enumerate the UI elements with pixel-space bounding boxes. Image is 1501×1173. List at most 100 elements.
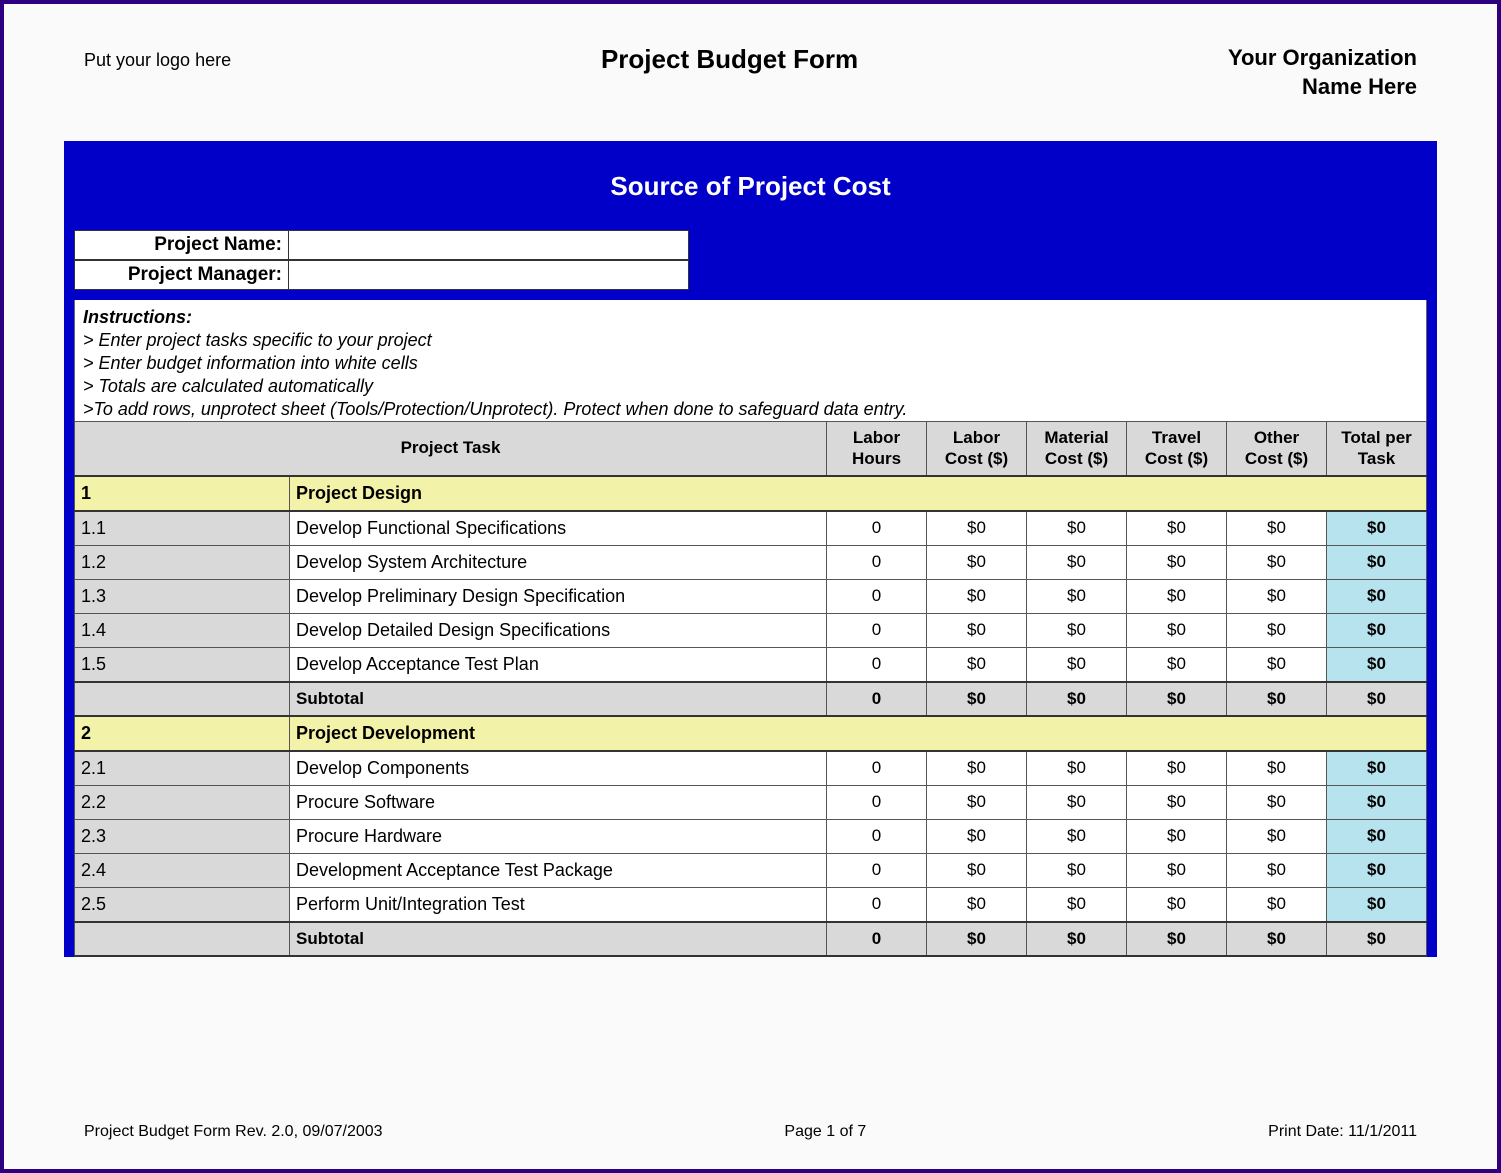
other-cost-cell[interactable]: $0 bbox=[1227, 785, 1327, 819]
subtotal-label: Subtotal bbox=[290, 682, 827, 716]
travel-cost-cell[interactable]: $0 bbox=[1127, 819, 1227, 853]
logo-placeholder: Put your logo here bbox=[84, 44, 231, 71]
subtotal-hours: 0 bbox=[827, 922, 927, 956]
labor-hours-cell[interactable]: 0 bbox=[827, 853, 927, 887]
instruction-line: >To add rows, unprotect sheet (Tools/Pro… bbox=[79, 398, 1422, 421]
col-material-cost: Material Cost ($) bbox=[1027, 422, 1127, 476]
instruction-line: > Enter budget information into white ce… bbox=[79, 352, 1422, 375]
task-name-cell[interactable]: Procure Hardware bbox=[290, 819, 827, 853]
material-cost-cell[interactable]: $0 bbox=[1027, 545, 1127, 579]
travel-cost-cell[interactable]: $0 bbox=[1127, 545, 1227, 579]
other-cost-cell[interactable]: $0 bbox=[1227, 511, 1327, 546]
section-number: 2 bbox=[75, 716, 290, 751]
task-name-cell[interactable]: Develop Acceptance Test Plan bbox=[290, 647, 827, 682]
labor-hours-cell[interactable]: 0 bbox=[827, 887, 927, 922]
material-cost-cell[interactable]: $0 bbox=[1027, 511, 1127, 546]
material-cost-cell[interactable]: $0 bbox=[1027, 785, 1127, 819]
task-name-cell[interactable]: Procure Software bbox=[290, 785, 827, 819]
other-cost-cell[interactable]: $0 bbox=[1227, 853, 1327, 887]
section-header-row: 2Project Development bbox=[75, 716, 1427, 751]
organization-name: Your Organization Name Here bbox=[1228, 44, 1417, 101]
material-cost-cell[interactable]: $0 bbox=[1027, 579, 1127, 613]
task-id: 2.3 bbox=[75, 819, 290, 853]
material-cost-cell[interactable]: $0 bbox=[1027, 887, 1127, 922]
org-line-1: Your Organization bbox=[1228, 44, 1417, 73]
subtotal-row: Subtotal0$0$0$0$0$0 bbox=[75, 922, 1427, 956]
labor-cost-cell[interactable]: $0 bbox=[927, 887, 1027, 922]
labor-cost-cell[interactable]: $0 bbox=[927, 579, 1027, 613]
labor-hours-cell[interactable]: 0 bbox=[827, 613, 927, 647]
section-number: 1 bbox=[75, 476, 290, 511]
table-row: 2.2Procure Software0$0$0$0$0$0 bbox=[75, 785, 1427, 819]
other-cost-cell[interactable]: $0 bbox=[1227, 545, 1327, 579]
travel-cost-cell[interactable]: $0 bbox=[1127, 751, 1227, 786]
other-cost-cell[interactable]: $0 bbox=[1227, 819, 1327, 853]
subtotal-id bbox=[75, 682, 290, 716]
material-cost-cell[interactable]: $0 bbox=[1027, 613, 1127, 647]
subtotal-row: Subtotal0$0$0$0$0$0 bbox=[75, 682, 1427, 716]
table-row: 2.1Develop Components0$0$0$0$0$0 bbox=[75, 751, 1427, 786]
material-cost-cell[interactable]: $0 bbox=[1027, 853, 1127, 887]
material-cost-cell[interactable]: $0 bbox=[1027, 751, 1127, 786]
task-name-cell[interactable]: Develop System Architecture bbox=[290, 545, 827, 579]
material-cost-cell[interactable]: $0 bbox=[1027, 819, 1127, 853]
labor-hours-cell[interactable]: 0 bbox=[827, 647, 927, 682]
labor-cost-cell[interactable]: $0 bbox=[927, 751, 1027, 786]
total-cell: $0 bbox=[1327, 647, 1427, 682]
labor-cost-cell[interactable]: $0 bbox=[927, 613, 1027, 647]
table-row: 1.2Develop System Architecture0$0$0$0$0$… bbox=[75, 545, 1427, 579]
task-name-cell[interactable]: Develop Functional Specifications bbox=[290, 511, 827, 546]
travel-cost-cell[interactable]: $0 bbox=[1127, 853, 1227, 887]
travel-cost-cell[interactable]: $0 bbox=[1127, 647, 1227, 682]
task-name-cell[interactable]: Perform Unit/Integration Test bbox=[290, 887, 827, 922]
table-row: 1.1Develop Functional Specifications0$0$… bbox=[75, 511, 1427, 546]
labor-cost-cell[interactable]: $0 bbox=[927, 647, 1027, 682]
labor-hours-cell[interactable]: 0 bbox=[827, 751, 927, 786]
labor-hours-cell[interactable]: 0 bbox=[827, 545, 927, 579]
project-manager-input[interactable] bbox=[289, 260, 689, 290]
labor-cost-cell[interactable]: $0 bbox=[927, 785, 1027, 819]
task-name-cell[interactable]: Development Acceptance Test Package bbox=[290, 853, 827, 887]
other-cost-cell[interactable]: $0 bbox=[1227, 647, 1327, 682]
task-name-cell[interactable]: Develop Preliminary Design Specification bbox=[290, 579, 827, 613]
other-cost-cell[interactable]: $0 bbox=[1227, 887, 1327, 922]
other-cost-cell[interactable]: $0 bbox=[1227, 613, 1327, 647]
material-cost-cell[interactable]: $0 bbox=[1027, 647, 1127, 682]
document-title: Project Budget Form bbox=[231, 44, 1228, 75]
table-row: 2.3Procure Hardware0$0$0$0$0$0 bbox=[75, 819, 1427, 853]
travel-cost-cell[interactable]: $0 bbox=[1127, 785, 1227, 819]
task-name-cell[interactable]: Develop Detailed Design Specifications bbox=[290, 613, 827, 647]
task-name-cell[interactable]: Develop Components bbox=[290, 751, 827, 786]
total-cell: $0 bbox=[1327, 887, 1427, 922]
task-id: 1.3 bbox=[75, 579, 290, 613]
other-cost-cell[interactable]: $0 bbox=[1227, 751, 1327, 786]
travel-cost-cell[interactable]: $0 bbox=[1127, 511, 1227, 546]
col-total: Total per Task bbox=[1327, 422, 1427, 476]
footer-revision: Project Budget Form Rev. 2.0, 09/07/2003 bbox=[84, 1123, 383, 1141]
total-cell: $0 bbox=[1327, 751, 1427, 786]
subtotal-labor: $0 bbox=[927, 922, 1027, 956]
travel-cost-cell[interactable]: $0 bbox=[1127, 579, 1227, 613]
labor-cost-cell[interactable]: $0 bbox=[927, 545, 1027, 579]
other-cost-cell[interactable]: $0 bbox=[1227, 579, 1327, 613]
instruction-line: > Enter project tasks specific to your p… bbox=[79, 329, 1422, 352]
page-footer: Project Budget Form Rev. 2.0, 09/07/2003… bbox=[84, 1123, 1417, 1141]
labor-hours-cell[interactable]: 0 bbox=[827, 785, 927, 819]
labor-cost-cell[interactable]: $0 bbox=[927, 853, 1027, 887]
project-name-input[interactable] bbox=[289, 230, 689, 260]
col-labor-hours: Labor Hours bbox=[827, 422, 927, 476]
table-row: 1.4Develop Detailed Design Specification… bbox=[75, 613, 1427, 647]
task-id: 1.5 bbox=[75, 647, 290, 682]
labor-cost-cell[interactable]: $0 bbox=[927, 819, 1027, 853]
labor-hours-cell[interactable]: 0 bbox=[827, 511, 927, 546]
labor-hours-cell[interactable]: 0 bbox=[827, 819, 927, 853]
labor-cost-cell[interactable]: $0 bbox=[927, 511, 1027, 546]
travel-cost-cell[interactable]: $0 bbox=[1127, 613, 1227, 647]
budget-table: Project Task Labor Hours Labor Cost ($) … bbox=[74, 421, 1427, 957]
section-header-row: 1Project Design bbox=[75, 476, 1427, 511]
travel-cost-cell[interactable]: $0 bbox=[1127, 887, 1227, 922]
col-task: Project Task bbox=[75, 422, 827, 476]
labor-hours-cell[interactable]: 0 bbox=[827, 579, 927, 613]
total-cell: $0 bbox=[1327, 613, 1427, 647]
instructions-block: Instructions: > Enter project tasks spec… bbox=[74, 300, 1427, 421]
